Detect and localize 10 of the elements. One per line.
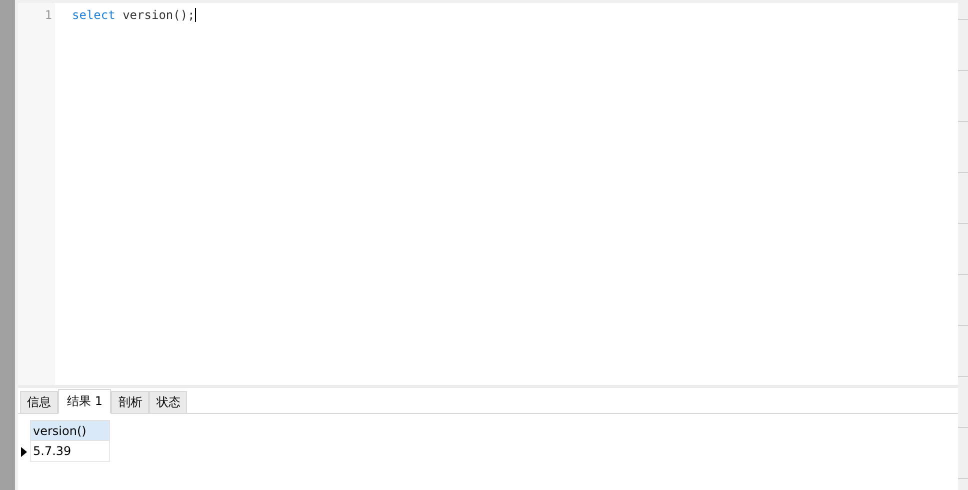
result-tab[interactable]: 信息 [20,391,58,413]
column-header[interactable]: version() [30,420,110,441]
code-line: select version(); [72,7,196,23]
table-cell: 5.7.39 [30,441,110,462]
sql-editor[interactable]: 1 select version(); [18,3,958,388]
result-tab[interactable]: 结果 1 [58,389,112,414]
result-tab[interactable]: 状态 [149,391,188,413]
row-pointer-icon [21,446,27,456]
result-tab[interactable]: 剖析 [111,391,150,413]
line-number: 1 [44,7,53,23]
